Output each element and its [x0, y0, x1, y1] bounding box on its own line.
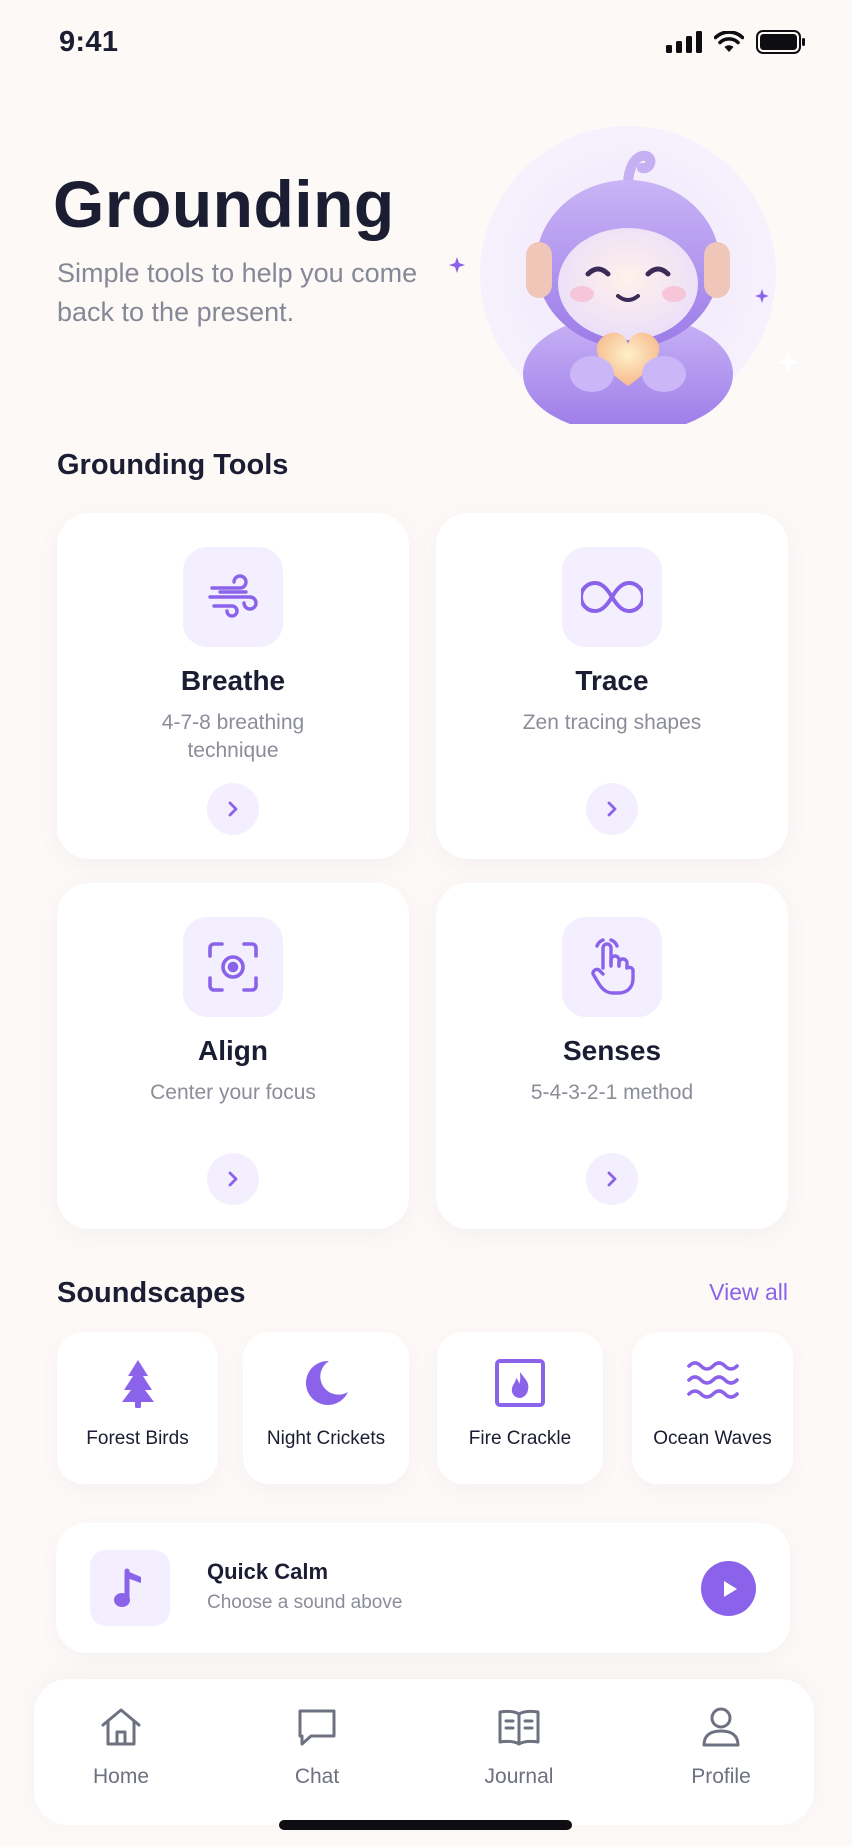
sound-card-night-crickets[interactable]: Night Crickets — [243, 1332, 409, 1484]
tool-description: Zen tracing shapes — [522, 711, 702, 734]
quick-calm-subtitle: Choose a sound above — [207, 1592, 403, 1613]
quick-calm-title: Quick Calm — [207, 1559, 329, 1584]
wifi-icon — [714, 31, 744, 52]
page-title: Grounding — [53, 167, 395, 241]
play-button[interactable] — [701, 1561, 756, 1616]
tool-title: Senses — [562, 1035, 662, 1066]
nav-item-home[interactable]: Home — [56, 1705, 186, 1789]
tool-title: Align — [198, 1035, 268, 1066]
nav-item-profile[interactable]: Profile — [656, 1705, 786, 1789]
view-all-link[interactable]: View all — [709, 1279, 788, 1306]
wind-icon — [208, 574, 258, 618]
quick-calm-card[interactable]: Quick Calm Choose a sound above — [56, 1523, 790, 1653]
tool-icon-box — [183, 917, 283, 1017]
sparkle-icon — [776, 350, 800, 374]
tool-card-align[interactable]: Align Center your focus — [57, 883, 409, 1229]
tool-card-trace[interactable]: Trace Zen tracing shapes — [436, 513, 788, 859]
sound-label: Ocean Waves — [653, 1428, 772, 1449]
nav-label: Journal — [484, 1765, 554, 1788]
nav-item-journal[interactable]: Journal — [454, 1705, 584, 1789]
status-time: 9:41 — [59, 26, 119, 58]
chevron-right-icon — [228, 801, 238, 817]
tool-card-senses[interactable]: Senses 5-4-3-2-1 method — [436, 883, 788, 1229]
tool-open-button[interactable] — [586, 783, 638, 835]
tool-icon-box — [562, 917, 662, 1017]
sound-label: Forest Birds — [86, 1428, 189, 1449]
nav-label: Chat — [294, 1765, 340, 1788]
music-note-icon — [114, 1568, 141, 1607]
chevron-right-icon — [607, 801, 617, 817]
chat-icon — [298, 1709, 336, 1746]
signal-icon — [666, 31, 702, 53]
home-icon — [101, 1708, 141, 1746]
tool-open-button[interactable] — [207, 1153, 259, 1205]
page-subtitle: Simple tools to help you come back to th… — [57, 258, 418, 327]
sound-card-forest-birds[interactable]: Forest Birds — [57, 1332, 218, 1484]
sound-label: Night Crickets — [266, 1428, 386, 1449]
tool-icon-box — [183, 547, 283, 647]
sparkle-icon — [755, 289, 769, 303]
soundscapes-heading: Soundscapes — [57, 1277, 246, 1309]
play-icon — [723, 1580, 737, 1597]
tool-open-button[interactable] — [586, 1153, 638, 1205]
focus-icon — [208, 942, 258, 992]
tool-icon-box — [562, 547, 662, 647]
battery-icon — [756, 30, 805, 54]
tool-title: Trace — [575, 665, 649, 696]
user-icon — [702, 1707, 740, 1747]
hand-pointer-icon — [591, 938, 635, 995]
infinity-icon — [581, 580, 643, 614]
mascot-illustration — [480, 126, 776, 424]
fireplace-icon — [495, 1359, 545, 1407]
book-icon — [498, 1709, 540, 1746]
tool-open-button[interactable] — [207, 783, 259, 835]
status-icons — [666, 30, 806, 54]
nav-label: Home — [92, 1765, 150, 1788]
tool-title: Breathe — [180, 665, 286, 696]
nav-label: Profile — [691, 1765, 751, 1788]
chevron-right-icon — [228, 1171, 238, 1187]
tool-card-breathe[interactable]: Breathe 4-7-8 breathing technique — [57, 513, 409, 859]
tool-description: Center your focus — [150, 1081, 316, 1104]
sound-card-fire-crackle[interactable]: Fire Crackle — [437, 1332, 603, 1484]
home-indicator — [279, 1820, 572, 1830]
chevron-right-icon — [607, 1171, 617, 1187]
sparkle-icon — [449, 257, 465, 273]
nav-item-chat[interactable]: Chat — [252, 1705, 382, 1789]
tree-icon — [121, 1360, 154, 1408]
waves-icon — [686, 1361, 739, 1399]
tools-heading: Grounding Tools — [57, 449, 289, 481]
moon-icon — [305, 1360, 348, 1405]
tool-description: 5-4-3-2-1 method — [530, 1081, 694, 1104]
sound-label: Fire Crackle — [468, 1428, 572, 1449]
sound-card-ocean-waves[interactable]: Ocean Waves — [632, 1332, 793, 1484]
tool-description: 4-7-8 breathing technique — [161, 711, 305, 762]
bottom-nav: Home Chat Journal Profile — [34, 1679, 814, 1825]
quick-calm-icon-box — [90, 1550, 170, 1626]
